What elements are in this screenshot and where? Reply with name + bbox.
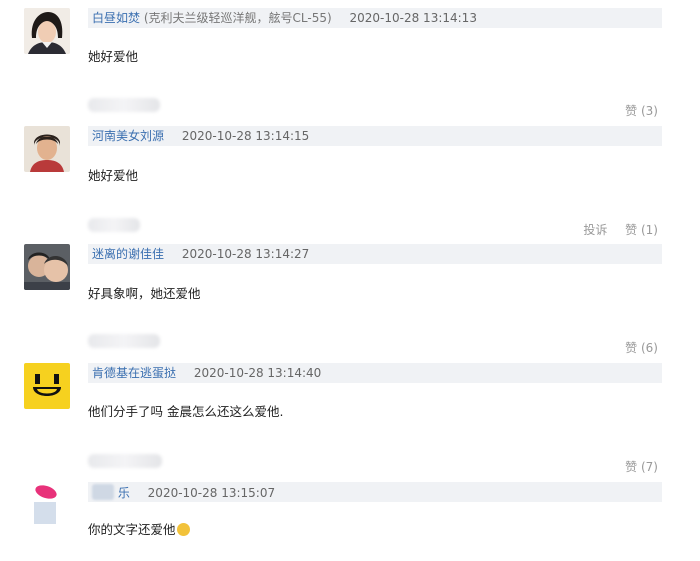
comment-meta-bar: 肯德基在逃蛋挞 2020-10-28 13:14:40: [88, 363, 662, 383]
smiley-face-icon: [24, 363, 70, 409]
comment-timestamp: 2020-10-28 13:14:27: [181, 247, 310, 261]
like-button[interactable]: 赞 (1): [625, 223, 658, 237]
user-photo-icon: [24, 244, 70, 290]
comment-meta: 肯德基在逃蛋挞 2020-10-28 13:14:40: [92, 365, 321, 381]
avatar[interactable]: [24, 482, 70, 528]
comment-actions: 赞 (3): [625, 102, 658, 119]
comment-text-value: 你的文字还爱他: [88, 522, 176, 537]
avatar[interactable]: [24, 244, 70, 290]
comment-text: 你的文字还爱他: [88, 519, 190, 538]
blurred-reply-area: [88, 218, 140, 232]
comment-meta: 河南美女刘源 2020-10-28 13:14:15: [92, 128, 309, 144]
comment-actions: 赞 (6): [625, 339, 658, 356]
crying-emoji-icon: [176, 523, 190, 536]
comment-meta: 白昼如焚 (克利夫兰级轻巡洋舰，舷号CL-55) 2020-10-28 13:1…: [92, 10, 477, 26]
comment-actions: 赞 (7): [625, 458, 658, 475]
blurred-reply-area: [88, 98, 160, 112]
user-photo-icon: [24, 8, 70, 54]
like-button[interactable]: 赞 (3): [625, 104, 658, 118]
blurred-reply-area: [88, 334, 160, 348]
username-link[interactable]: 乐: [118, 486, 130, 500]
comment-text: 他们分手了吗 金晨怎么还这么爱他.: [88, 404, 284, 419]
like-button[interactable]: 赞 (6): [625, 341, 658, 355]
avatar[interactable]: [24, 363, 70, 409]
report-button[interactable]: 投诉: [583, 223, 607, 237]
comment-timestamp: 2020-10-28 13:14:13: [349, 11, 477, 25]
username-link[interactable]: 迷离的谢佳佳: [92, 247, 164, 261]
comment-timestamp: 2020-10-28 13:15:07: [147, 486, 276, 500]
like-button[interactable]: 赞 (7): [625, 460, 658, 474]
comment-meta-bar: 乐 2020-10-28 13:15:07: [88, 482, 662, 502]
username-link[interactable]: 河南美女刘源: [92, 129, 164, 143]
comment-text: 好具象啊，她还爱他: [88, 286, 201, 301]
comment-meta-bar: 白昼如焚 (克利夫兰级轻巡洋舰，舷号CL-55) 2020-10-28 13:1…: [88, 8, 662, 28]
avatar[interactable]: [24, 126, 70, 172]
avatar[interactable]: [24, 8, 70, 54]
comment-text: 她好爱他: [88, 49, 139, 64]
comment-timestamp: 2020-10-28 13:14:15: [181, 129, 310, 143]
comment-actions: 投诉 赞 (1): [583, 221, 658, 238]
blurred-reply-area: [88, 454, 162, 468]
comment-meta-bar: 迷离的谢佳佳 2020-10-28 13:14:27: [88, 244, 662, 264]
comment-text: 她好爱他: [88, 168, 139, 183]
comment-meta: 迷离的谢佳佳 2020-10-28 13:14:27: [92, 246, 309, 262]
user-photo-icon: [24, 482, 70, 528]
user-photo-icon: [24, 126, 70, 172]
blurred-username: [92, 484, 114, 500]
username-link[interactable]: 肯德基在逃蛋挞: [92, 366, 176, 380]
comment-timestamp: 2020-10-28 13:14:40: [193, 366, 322, 380]
user-extra-info: (克利夫兰级轻巡洋舰，舷号CL-55): [143, 11, 332, 25]
comment-meta: 乐 2020-10-28 13:15:07: [92, 484, 275, 501]
username-link[interactable]: 白昼如焚: [92, 11, 140, 25]
comment-meta-bar: 河南美女刘源 2020-10-28 13:14:15: [88, 126, 662, 146]
